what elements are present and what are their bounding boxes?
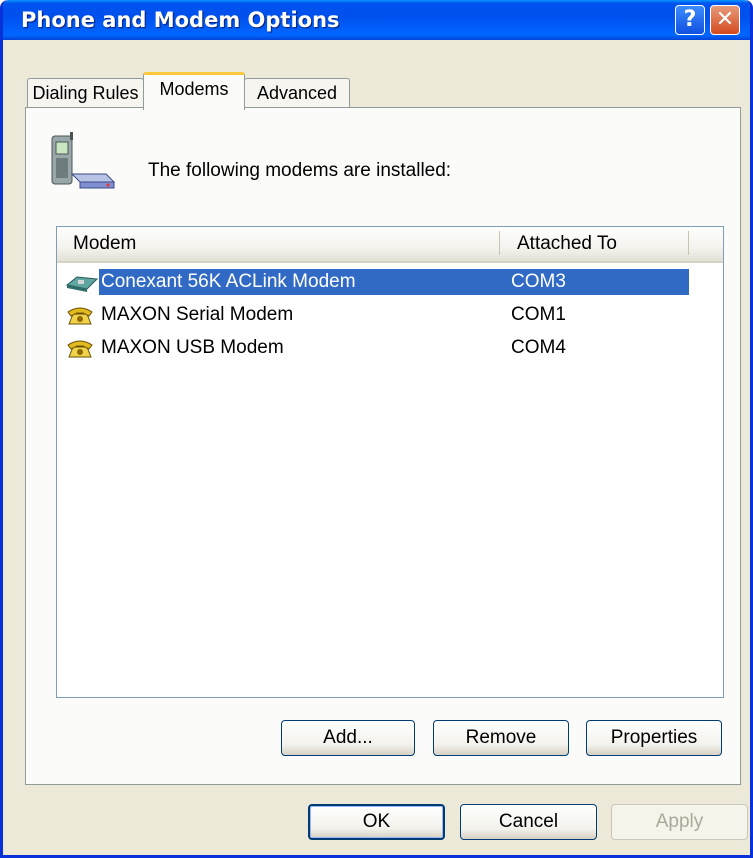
window-title: Phone and Modem Options <box>21 8 340 32</box>
column-header-modem[interactable]: Modem <box>73 233 136 255</box>
tab-panel-modems: The following modems are installed: Mode… <box>25 107 741 785</box>
modem-name: MAXON Serial Modem <box>101 304 294 325</box>
remove-button[interactable]: Remove <box>433 720 569 756</box>
modem-list[interactable]: Modem Attached To Conexant 56K ACLink Mo… <box>56 226 724 698</box>
modem-port: COM1 <box>511 304 566 325</box>
list-item[interactable]: Conexant 56K ACLink Modem COM3 <box>57 267 697 297</box>
column-separator[interactable] <box>499 231 500 255</box>
modem-name: MAXON USB Modem <box>101 337 284 358</box>
phone-icon <box>67 307 93 325</box>
modem-card-icon <box>65 276 99 292</box>
modem-port: COM4 <box>511 337 566 358</box>
phone-modem-icon <box>51 132 116 189</box>
tab-modems[interactable]: Modems <box>143 72 245 110</box>
help-button[interactable]: ? <box>675 5 705 35</box>
intro-text: The following modems are installed: <box>148 160 452 181</box>
list-header: Modem Attached To <box>57 227 723 263</box>
apply-button[interactable]: Apply <box>611 804 748 840</box>
dialog-window: Phone and Modem Options ? ✕ Dialing Rule… <box>0 0 753 858</box>
phone-icon <box>67 340 93 358</box>
cancel-button[interactable]: Cancel <box>460 804 597 840</box>
tab-dialing-rules[interactable]: Dialing Rules <box>27 78 144 108</box>
properties-button[interactable]: Properties <box>586 720 722 756</box>
ok-button[interactable]: OK <box>308 804 445 840</box>
title-bar[interactable]: Phone and Modem Options ? ✕ <box>3 0 750 40</box>
list-item[interactable]: MAXON USB Modem COM4 <box>57 333 697 363</box>
column-separator[interactable] <box>688 231 689 255</box>
list-item[interactable]: MAXON Serial Modem COM1 <box>57 300 697 330</box>
modem-port: COM3 <box>511 271 566 292</box>
close-button[interactable]: ✕ <box>710 5 740 35</box>
tab-advanced[interactable]: Advanced <box>244 78 350 108</box>
column-header-attached-to[interactable]: Attached To <box>517 233 617 255</box>
modem-name: Conexant 56K ACLink Modem <box>101 271 356 292</box>
add-button[interactable]: Add... <box>281 720 415 756</box>
